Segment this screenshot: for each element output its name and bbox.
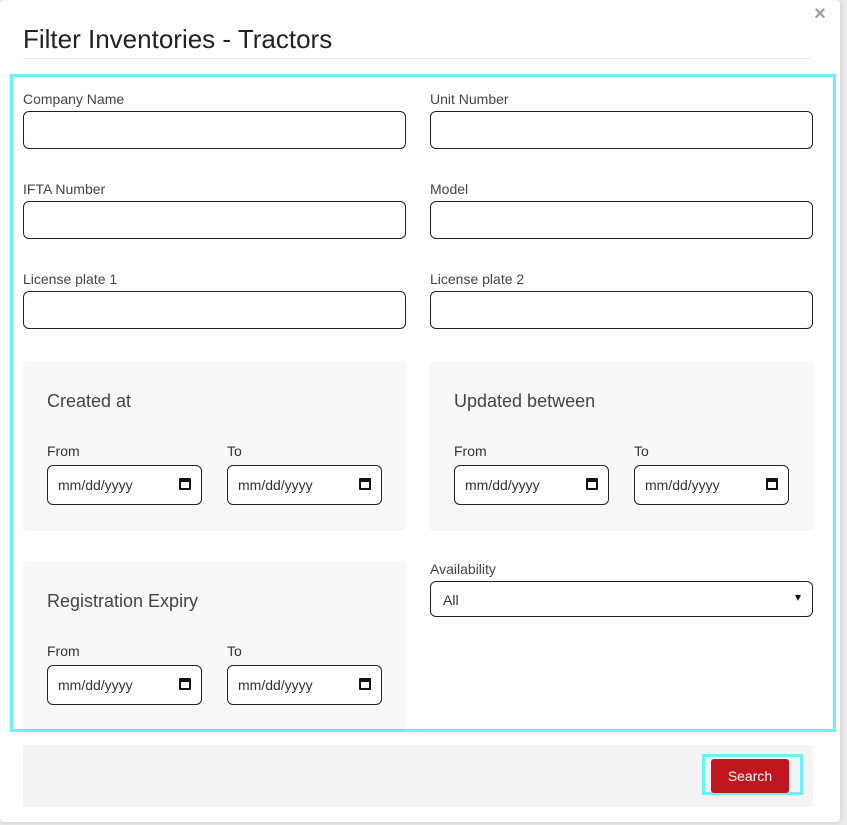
calendar-icon[interactable] bbox=[766, 478, 778, 490]
availability-selected-value: All bbox=[443, 592, 459, 608]
license-plate-1-input[interactable] bbox=[23, 291, 406, 329]
registration-expiry-from-label: From bbox=[47, 643, 80, 659]
search-button[interactable]: Search bbox=[711, 759, 789, 793]
ifta-number-label: IFTA Number bbox=[23, 181, 106, 197]
model-label: Model bbox=[430, 181, 469, 197]
calendar-icon[interactable] bbox=[586, 478, 598, 490]
unit-number-input[interactable] bbox=[430, 111, 813, 149]
title-divider bbox=[23, 58, 812, 59]
created-at-from-label: From bbox=[47, 443, 80, 459]
created-at-to-label: To bbox=[227, 443, 242, 459]
created-at-panel: Created at From mm/dd/yyyy To mm/dd/yyyy bbox=[23, 361, 406, 529]
availability-select[interactable]: All ▾ bbox=[430, 581, 813, 617]
availability-label: Availability bbox=[430, 561, 496, 577]
updated-between-from-label: From bbox=[454, 443, 487, 459]
date-placeholder: mm/dd/yyyy bbox=[58, 477, 133, 493]
registration-expiry-to-input[interactable]: mm/dd/yyyy bbox=[227, 665, 382, 705]
ifta-number-input[interactable] bbox=[23, 201, 406, 239]
updated-between-to-label: To bbox=[634, 443, 649, 459]
date-placeholder: mm/dd/yyyy bbox=[645, 477, 720, 493]
filter-form: Company Name Unit Number IFTA Number Mod… bbox=[10, 74, 836, 732]
chevron-down-icon: ▾ bbox=[794, 590, 802, 604]
created-at-title: Created at bbox=[47, 391, 132, 411]
calendar-icon[interactable] bbox=[359, 678, 371, 690]
calendar-icon[interactable] bbox=[359, 478, 371, 490]
updated-between-from-input[interactable]: mm/dd/yyyy bbox=[454, 465, 609, 505]
created-at-from-input[interactable]: mm/dd/yyyy bbox=[47, 465, 202, 505]
updated-between-to-input[interactable]: mm/dd/yyyy bbox=[634, 465, 789, 505]
company-name-input[interactable] bbox=[23, 111, 406, 149]
license-plate-2-input[interactable] bbox=[430, 291, 813, 329]
license-plate-2-label: License plate 2 bbox=[430, 271, 525, 287]
registration-expiry-panel: Registration Expiry From mm/dd/yyyy To m… bbox=[23, 561, 406, 729]
date-placeholder: mm/dd/yyyy bbox=[465, 477, 540, 493]
modal-footer bbox=[23, 745, 813, 807]
updated-between-panel: Updated between From mm/dd/yyyy To mm/dd… bbox=[430, 361, 813, 529]
registration-expiry-from-input[interactable]: mm/dd/yyyy bbox=[47, 665, 202, 705]
filter-modal: × Filter Inventories - Tractors Company … bbox=[0, 0, 840, 822]
company-name-label: Company Name bbox=[23, 91, 125, 107]
modal-title: Filter Inventories - Tractors bbox=[23, 24, 333, 54]
calendar-icon[interactable] bbox=[179, 678, 191, 690]
updated-between-title: Updated between bbox=[454, 391, 596, 411]
registration-expiry-to-label: To bbox=[227, 643, 242, 659]
registration-expiry-title: Registration Expiry bbox=[47, 591, 199, 611]
close-icon[interactable]: × bbox=[810, 4, 830, 24]
date-placeholder: mm/dd/yyyy bbox=[238, 677, 313, 693]
calendar-icon[interactable] bbox=[179, 478, 191, 490]
unit-number-label: Unit Number bbox=[430, 91, 509, 107]
date-placeholder: mm/dd/yyyy bbox=[238, 477, 313, 493]
date-placeholder: mm/dd/yyyy bbox=[58, 677, 133, 693]
license-plate-1-label: License plate 1 bbox=[23, 271, 118, 287]
created-at-to-input[interactable]: mm/dd/yyyy bbox=[227, 465, 382, 505]
model-input[interactable] bbox=[430, 201, 813, 239]
